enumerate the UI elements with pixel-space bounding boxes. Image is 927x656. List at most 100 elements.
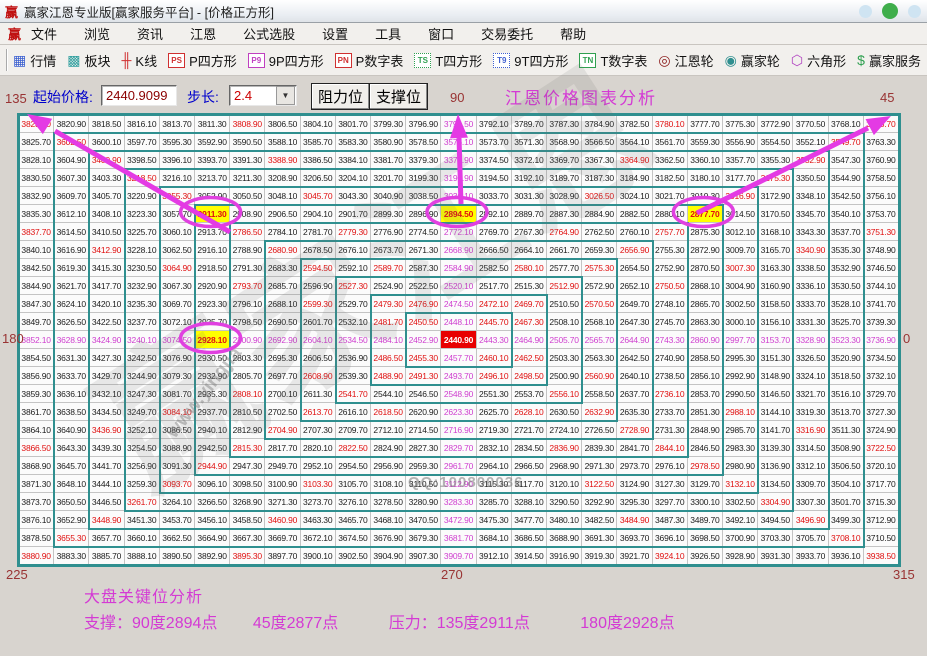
- toolbar-button-gann-wheel[interactable]: ◎江恩轮: [658, 51, 713, 70]
- grid-cell: 2865.70: [688, 295, 723, 313]
- grid-cell: 3364.90: [617, 151, 652, 169]
- toolbar-items: ▦行情 ▩板块 ╫K线 PSP四方形 P99P四方形 PNP数字表 TST四方形 T99T四方…: [13, 51, 927, 70]
- grid-cell: 3103.30: [301, 475, 336, 493]
- grid-cell: 3808.90: [230, 115, 265, 133]
- grid-cell: 2601.70: [301, 313, 336, 331]
- grid-cell: 3199.30: [406, 169, 441, 187]
- toolbar-button-t-square[interactable]: TST四方形: [414, 51, 482, 70]
- maximize-button[interactable]: [882, 3, 898, 19]
- grid-cell: 3494.50: [758, 511, 793, 529]
- grid-cell: 3878.50: [19, 529, 54, 547]
- grid-cell: 3676.90: [371, 529, 406, 547]
- grid-cell: 2659.30: [582, 241, 617, 259]
- support-button[interactable]: 支撑位: [369, 83, 428, 110]
- grid-cell: 3420.10: [89, 295, 124, 313]
- toolbar-button-9t-square[interactable]: T99T四方形: [493, 51, 568, 70]
- grid-cell: 3124.90: [617, 475, 652, 493]
- grid-cell: 3086.50: [160, 421, 195, 439]
- start-price-input[interactable]: 2440.9099: [101, 85, 177, 106]
- grid-cell-key-level-135: 2911.30: [195, 205, 230, 223]
- toolbar-button-t-number-table[interactable]: TNT数字表: [579, 51, 647, 70]
- grid-cell: 3528.10: [829, 295, 864, 313]
- grid-cell: 2762.50: [582, 223, 617, 241]
- grid-cell: 2880.10: [653, 205, 688, 223]
- grid-cell: 3271.30: [265, 493, 300, 511]
- menu-item-4[interactable]: 公式选股: [243, 24, 295, 43]
- grid-cell: 2649.70: [617, 295, 652, 313]
- toolbar-button-sectors[interactable]: ▩板块: [67, 51, 110, 70]
- grid-cell: 3818.50: [89, 115, 124, 133]
- grid-cell: 3837.70: [19, 223, 54, 241]
- grid-cell: 3004.90: [723, 277, 758, 295]
- grid-cell: 2563.30: [582, 349, 617, 367]
- toolbar-button-p-square[interactable]: PSP四方形: [168, 51, 237, 70]
- grid-cell: 3729.70: [864, 385, 899, 403]
- grid-cell: 3861.70: [19, 403, 54, 421]
- grid-cell-key-level-180: 2928.10: [195, 331, 230, 349]
- grid-cell: 3192.10: [512, 169, 547, 187]
- grid-cell: 3069.70: [160, 295, 195, 313]
- grid-cell: 3513.70: [829, 403, 864, 421]
- grid-cell: 3933.70: [793, 547, 828, 565]
- menu-item-3[interactable]: 江恩: [190, 24, 216, 43]
- menu-item-2[interactable]: 资讯: [137, 24, 163, 43]
- grid-cell: 3225.70: [125, 223, 160, 241]
- toolbar-button-kline[interactable]: ╫K线: [122, 51, 158, 70]
- grid-cell: 3021.70: [653, 187, 688, 205]
- grid-cell: 2889.70: [512, 205, 547, 223]
- grid-cell: 2805.70: [230, 367, 265, 385]
- menu-item-0[interactable]: 文件: [31, 24, 57, 43]
- grid-cell: 3297.70: [653, 493, 688, 511]
- grid-cell: 3292.90: [582, 493, 617, 511]
- toolbar-button-market-quotes[interactable]: ▦行情: [13, 51, 56, 70]
- grid-cell: 3139.30: [758, 439, 793, 457]
- grid-cell: 3696.10: [653, 529, 688, 547]
- menu-item-8[interactable]: 交易委托: [481, 24, 533, 43]
- toolbar-button-winner-service[interactable]: $赢家服务: [857, 51, 921, 70]
- grid-cell: 3228.10: [125, 241, 160, 259]
- grid-cell: 3876.10: [19, 511, 54, 529]
- grid-cell: 3657.70: [89, 529, 124, 547]
- menu-item-1[interactable]: 浏览: [84, 24, 110, 43]
- chevron-down-icon[interactable]: ▼: [276, 86, 295, 105]
- toolbar-label: 赢家服务: [869, 51, 921, 70]
- toolbar-button-p-number-table[interactable]: PNP数字表: [335, 51, 404, 70]
- grid-cell: 3276.10: [336, 493, 371, 511]
- resistance-button[interactable]: 阻力位: [311, 83, 370, 110]
- grid-cell: 3110.50: [406, 475, 441, 493]
- toolbar-label: 江恩轮: [675, 51, 714, 70]
- grid-cell: 3204.10: [336, 169, 371, 187]
- grid-cell: 3290.50: [547, 493, 582, 511]
- grid-cell: 3590.50: [230, 133, 265, 151]
- grid-cell: 2474.50: [441, 295, 476, 313]
- minimize-button[interactable]: [859, 5, 872, 18]
- grid-cell: 2942.50: [195, 439, 230, 457]
- grid-cell-center: 2440.90: [441, 331, 476, 349]
- grid-cell: 2647.30: [617, 313, 652, 331]
- menu-item-7[interactable]: 窗口: [428, 24, 454, 43]
- step-combobox[interactable]: 2.4 ▼: [229, 85, 297, 106]
- app-logo-icon: 赢: [5, 2, 18, 21]
- grid-cell: 3429.70: [89, 367, 124, 385]
- grid-cell: 3134.50: [758, 475, 793, 493]
- grid-cell: 2808.10: [230, 385, 265, 403]
- grid-cell: 2704.90: [265, 421, 300, 439]
- menu-item-6[interactable]: 工具: [375, 24, 401, 43]
- grid-cell: 3564.10: [617, 133, 652, 151]
- menu-item-9[interactable]: 帮助: [560, 24, 586, 43]
- grid-cell: 3249.70: [125, 403, 160, 421]
- close-button[interactable]: [908, 5, 921, 18]
- grid-cell: 2822.50: [336, 439, 371, 457]
- menu-item-5[interactable]: 设置: [322, 24, 348, 43]
- grid-cell: 2748.10: [653, 295, 688, 313]
- grid-cell: 3645.70: [54, 457, 89, 475]
- grid-cell: 3912.10: [477, 547, 512, 565]
- toolbar-button-hexagon[interactable]: ⬡六角形: [791, 51, 846, 70]
- grid-cell: 2848.90: [688, 421, 723, 439]
- toolbar-button-winner-wheel[interactable]: ◉赢家轮: [725, 51, 780, 70]
- grid-cell: 3100.90: [265, 475, 300, 493]
- grid-cell: 2580.10: [512, 259, 547, 277]
- toolbar-button-9p-square[interactable]: P99P四方形: [248, 51, 324, 70]
- grid-cell: 3484.90: [617, 511, 652, 529]
- grid-cell: 2604.10: [301, 331, 336, 349]
